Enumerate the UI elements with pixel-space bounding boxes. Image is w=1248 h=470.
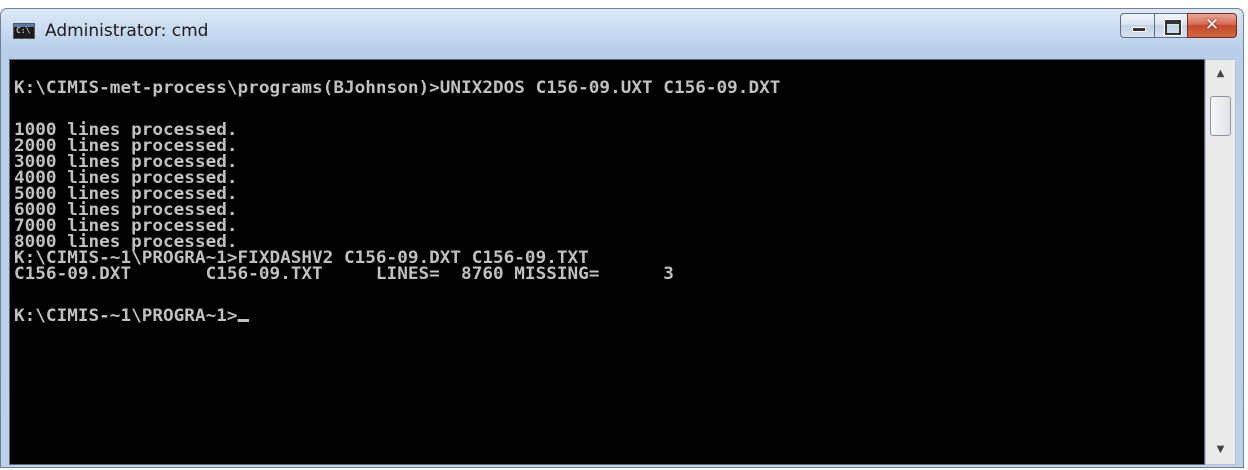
minimize-icon: [1132, 27, 1146, 32]
scrollbar-thumb[interactable]: [1210, 96, 1231, 136]
minimize-button[interactable]: [1120, 13, 1154, 38]
title-bar[interactable]: C:\ Administrator: cmd ✕: [1, 9, 1243, 61]
scroll-up-arrow-icon[interactable]: ▲: [1206, 60, 1235, 88]
close-button[interactable]: ✕: [1187, 13, 1237, 38]
maximize-icon: [1165, 20, 1181, 35]
close-icon: ✕: [1204, 15, 1220, 35]
prompt-text: K:\CIMIS-~1\PROGRA~1>: [14, 306, 238, 326]
caption-buttons: ✕: [1120, 13, 1237, 40]
console-line: C156-09.DXT C156-09.TXT LINES= 8760 MISS…: [14, 264, 674, 284]
prompt-line: K:\CIMIS-~1\PROGRA~1>: [14, 306, 249, 326]
console-line: K:\CIMIS-met-process\programs(BJohnson)>…: [14, 78, 781, 98]
maximize-button[interactable]: [1154, 13, 1187, 38]
cmd-icon[interactable]: C:\: [13, 23, 35, 39]
scroll-down-arrow-icon[interactable]: ▼: [1206, 436, 1235, 464]
cmd-window: C:\ Administrator: cmd ✕ K:\CIMIS-met-pr…: [0, 8, 1244, 468]
text-cursor: [237, 319, 249, 322]
vertical-scrollbar[interactable]: ▲ ▼: [1205, 59, 1236, 465]
console-output[interactable]: K:\CIMIS-met-process\programs(BJohnson)>…: [9, 59, 1205, 465]
window-title: Administrator: cmd: [45, 21, 209, 41]
